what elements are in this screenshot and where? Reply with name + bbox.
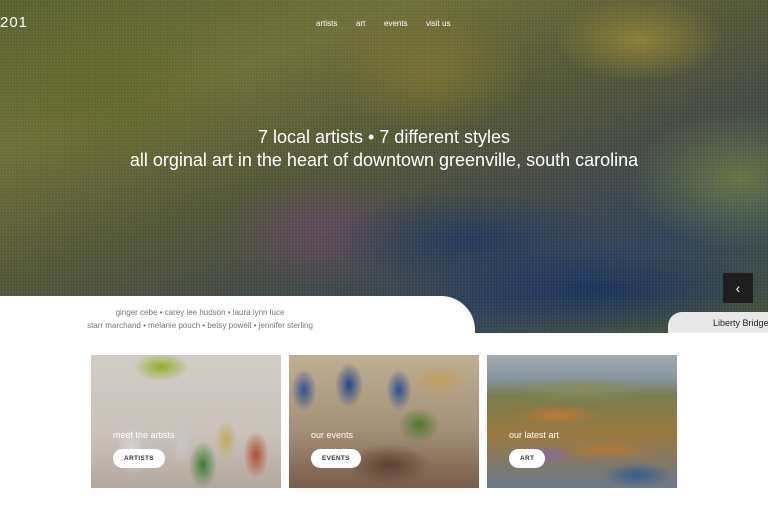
art-button[interactable]: ART (509, 449, 546, 468)
slider-prev-button[interactable]: ‹ (723, 273, 753, 303)
card-meet-the-artists[interactable]: meet the artists ARTISTS (91, 355, 281, 488)
artist-names-row-1: ginger cebe • carey lee hudson • laura l… (115, 308, 285, 317)
nav-visit-us[interactable]: visit us (426, 19, 450, 28)
site-logo[interactable]: 201 (0, 14, 28, 31)
hero-tagline: 7 local artists • 7 different styles all… (0, 126, 768, 172)
chevron-left-icon: ‹ (735, 280, 741, 296)
hero-banner: 201 artists art events visit us 7 local … (0, 0, 768, 333)
artists-button[interactable]: ARTISTS (113, 449, 165, 468)
artist-names: ginger cebe • carey lee hudson • laura l… (0, 306, 400, 332)
nav-events[interactable]: events (384, 19, 408, 28)
card-our-events[interactable]: our events EVENTS (289, 355, 479, 488)
card-our-latest-art[interactable]: our latest art ART (487, 355, 677, 488)
card-title: our latest art (509, 430, 560, 440)
slide-caption: Liberty Bridge (668, 312, 768, 333)
nav-art[interactable]: art (356, 19, 365, 28)
tagline-line-1: 7 local artists • 7 different styles (257, 127, 511, 147)
card-title: meet the artists (113, 430, 175, 440)
events-button[interactable]: EVENTS (311, 449, 361, 468)
card-title: our events (311, 430, 354, 440)
artist-names-row-2: starr marchand • melanie pouch • betsy p… (87, 321, 313, 330)
page: 201 artists art events visit us 7 local … (0, 0, 768, 512)
nav-artists[interactable]: artists (316, 19, 337, 28)
tagline-line-2: all orginal art in the heart of downtown… (129, 150, 639, 170)
